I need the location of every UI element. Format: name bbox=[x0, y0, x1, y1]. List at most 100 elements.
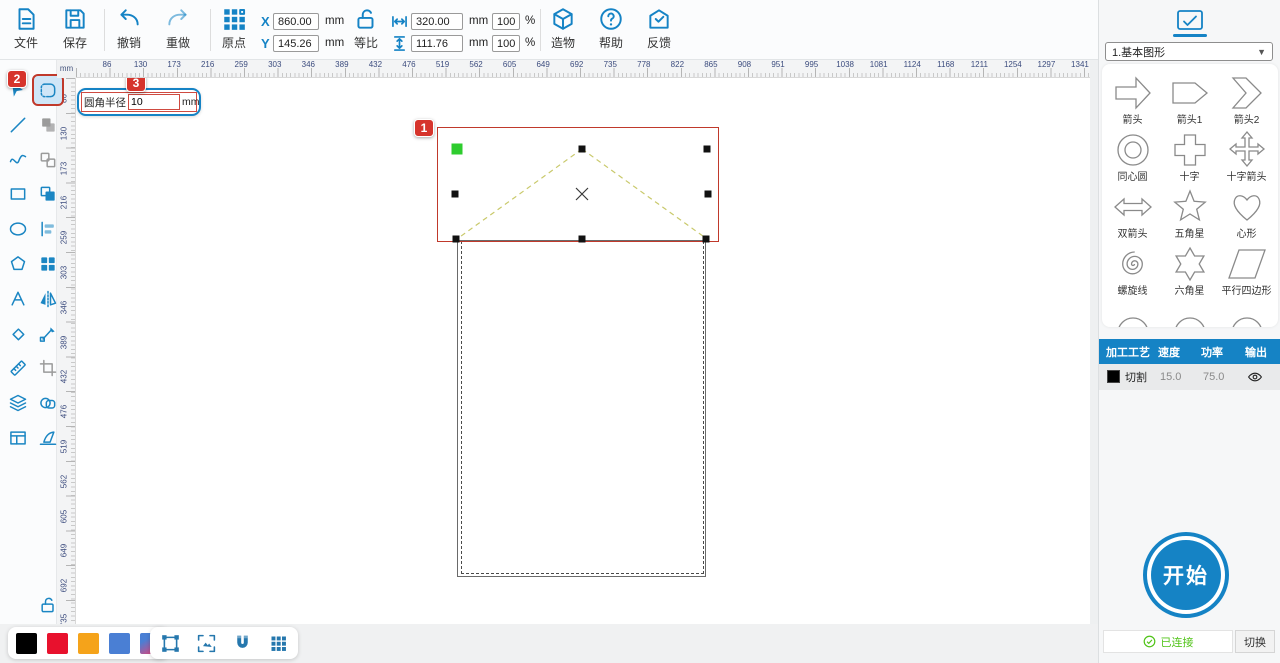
shape-item-double-arrow[interactable]: 双箭头 bbox=[1104, 184, 1161, 241]
shape-item-cross[interactable]: 十字 bbox=[1161, 127, 1218, 184]
color-swatch-black[interactable] bbox=[16, 632, 37, 654]
annotation-highlight-box bbox=[437, 127, 719, 242]
file-icon bbox=[18, 8, 35, 30]
col-process: 加工工艺 bbox=[1106, 346, 1150, 359]
feedback-button[interactable]: 反馈 bbox=[635, 6, 683, 56]
selection-handle-mid-left[interactable] bbox=[451, 190, 459, 198]
rectangle-icon bbox=[10, 188, 26, 200]
start-button[interactable]: 开始 bbox=[1143, 532, 1229, 618]
array-tool[interactable] bbox=[34, 250, 62, 278]
shape-item-next-row[interactable] bbox=[1218, 298, 1275, 327]
group-tool[interactable] bbox=[34, 111, 62, 139]
snap-button[interactable] bbox=[230, 631, 254, 655]
selection-handle-mid-right[interactable] bbox=[704, 190, 712, 198]
width-input[interactable] bbox=[411, 13, 463, 30]
curve-tool[interactable] bbox=[4, 146, 32, 174]
height-input[interactable] bbox=[411, 35, 463, 52]
origin-button[interactable]: 原点 bbox=[210, 6, 258, 56]
grid-icon bbox=[271, 636, 286, 651]
height-percent-input[interactable] bbox=[492, 35, 520, 52]
frame-button[interactable] bbox=[158, 631, 182, 655]
origin-icon bbox=[224, 9, 246, 30]
align-tool[interactable] bbox=[34, 215, 62, 243]
ungroup-tool[interactable] bbox=[34, 146, 62, 174]
connected-label: 已连接 bbox=[1160, 636, 1194, 649]
shape-item-arrow1[interactable]: 箭头1 bbox=[1161, 70, 1218, 127]
shape-category-dropdown[interactable]: 1.基本图形 ▼ bbox=[1105, 42, 1273, 61]
ratio-lock-button[interactable]: 等比 bbox=[342, 6, 390, 56]
ellipse-tool[interactable] bbox=[4, 215, 32, 243]
color-swatch-orange[interactable] bbox=[78, 632, 99, 654]
undo-button[interactable]: 撤销 bbox=[105, 6, 153, 56]
height-icon bbox=[393, 36, 406, 51]
switch-device-button[interactable]: 切换 bbox=[1235, 630, 1275, 653]
boolean-tool[interactable] bbox=[34, 180, 62, 208]
mirror-tool[interactable] bbox=[34, 285, 62, 313]
gallery-icon bbox=[1177, 10, 1203, 30]
shape-item-concentric[interactable]: 同心圆 bbox=[1104, 127, 1161, 184]
process-row-cut[interactable]: 切割 15.0 75.0 bbox=[1099, 364, 1280, 390]
shape-label: 同心圆 bbox=[1117, 172, 1148, 183]
selection-handle-top-center[interactable] bbox=[578, 145, 586, 153]
crop-tool[interactable] bbox=[34, 354, 62, 382]
mirror-icon bbox=[40, 290, 57, 308]
bend-tool[interactable] bbox=[34, 424, 62, 452]
layers-icon bbox=[9, 394, 27, 412]
text-tool[interactable] bbox=[4, 285, 32, 313]
create-button[interactable]: 造物 bbox=[539, 6, 587, 56]
x-coordinate-input[interactable] bbox=[273, 13, 319, 30]
save-button[interactable]: 保存 bbox=[51, 6, 99, 56]
width-percent-input[interactable] bbox=[492, 13, 520, 30]
connected-check-icon bbox=[1143, 635, 1155, 648]
anchor-handle-green[interactable] bbox=[451, 143, 463, 155]
shape-label: 箭头1 bbox=[1176, 115, 1203, 126]
selection-handle-top-right[interactable] bbox=[703, 145, 711, 153]
fit-view-button[interactable] bbox=[194, 631, 218, 655]
file-button[interactable]: 文件 bbox=[2, 6, 50, 56]
help-button[interactable]: 帮助 bbox=[587, 6, 635, 56]
selection-handle-bottom-left[interactable] bbox=[452, 235, 460, 243]
grid-toggle-button[interactable] bbox=[266, 631, 290, 655]
polygon-tool[interactable] bbox=[4, 250, 32, 278]
selection-handle-bottom-right[interactable] bbox=[702, 235, 710, 243]
color-palette bbox=[8, 627, 169, 659]
rectangle-tool[interactable] bbox=[4, 180, 32, 208]
color-swatch-blue[interactable] bbox=[109, 632, 130, 654]
parallelogram-icon bbox=[1227, 249, 1266, 279]
shape-item-parallelogram[interactable]: 平行四边形 bbox=[1218, 241, 1275, 298]
corner-radius-input[interactable] bbox=[128, 94, 180, 110]
shape-item-star6[interactable]: 六角星 bbox=[1161, 241, 1218, 298]
shape-item-next-row[interactable] bbox=[1161, 298, 1218, 327]
output-visibility-icon[interactable] bbox=[1247, 369, 1263, 385]
panel-icon bbox=[10, 431, 26, 445]
corner-radius-tooltip: 圆角半径 mm bbox=[77, 88, 201, 116]
lock-toggle-tool[interactable] bbox=[34, 591, 62, 619]
shape-item-spiral[interactable]: 螺旋线 bbox=[1104, 241, 1161, 298]
node-edit-tool[interactable] bbox=[34, 320, 62, 348]
shape-item-cross-arrow[interactable]: 十字箭头 bbox=[1218, 127, 1275, 184]
process-color-swatch[interactable] bbox=[1107, 370, 1120, 383]
eraser-tool[interactable] bbox=[4, 320, 32, 348]
ruler-icon bbox=[10, 360, 26, 376]
shape-item-arrow2[interactable]: 箭头2 bbox=[1218, 70, 1275, 127]
shape-item-next-row[interactable] bbox=[1104, 298, 1161, 327]
shape-item-heart[interactable]: 心形 bbox=[1218, 184, 1275, 241]
selection-handle-bottom-center[interactable] bbox=[578, 235, 586, 243]
shape-label: 十字箭头 bbox=[1226, 172, 1267, 183]
panel-tool[interactable] bbox=[4, 424, 32, 452]
line-tool[interactable] bbox=[4, 111, 32, 139]
node-edit-icon bbox=[39, 327, 55, 342]
color-swatch-red[interactable] bbox=[47, 632, 68, 654]
shape-item-star5[interactable]: 五角星 bbox=[1161, 184, 1218, 241]
crop-icon bbox=[39, 359, 57, 377]
redo-button[interactable]: 重做 bbox=[154, 6, 202, 56]
file-label: 文件 bbox=[13, 36, 38, 50]
y-coordinate-input[interactable] bbox=[273, 35, 319, 52]
weld-tool[interactable] bbox=[34, 389, 62, 417]
rounded-rect-tool[interactable] bbox=[32, 74, 64, 106]
shape-item-arrow[interactable]: 箭头 bbox=[1104, 70, 1161, 127]
process-power: 75.0 bbox=[1203, 371, 1225, 383]
feedback-icon bbox=[649, 9, 669, 29]
ruler-tool[interactable] bbox=[4, 354, 32, 382]
layers-tool[interactable] bbox=[4, 389, 32, 417]
